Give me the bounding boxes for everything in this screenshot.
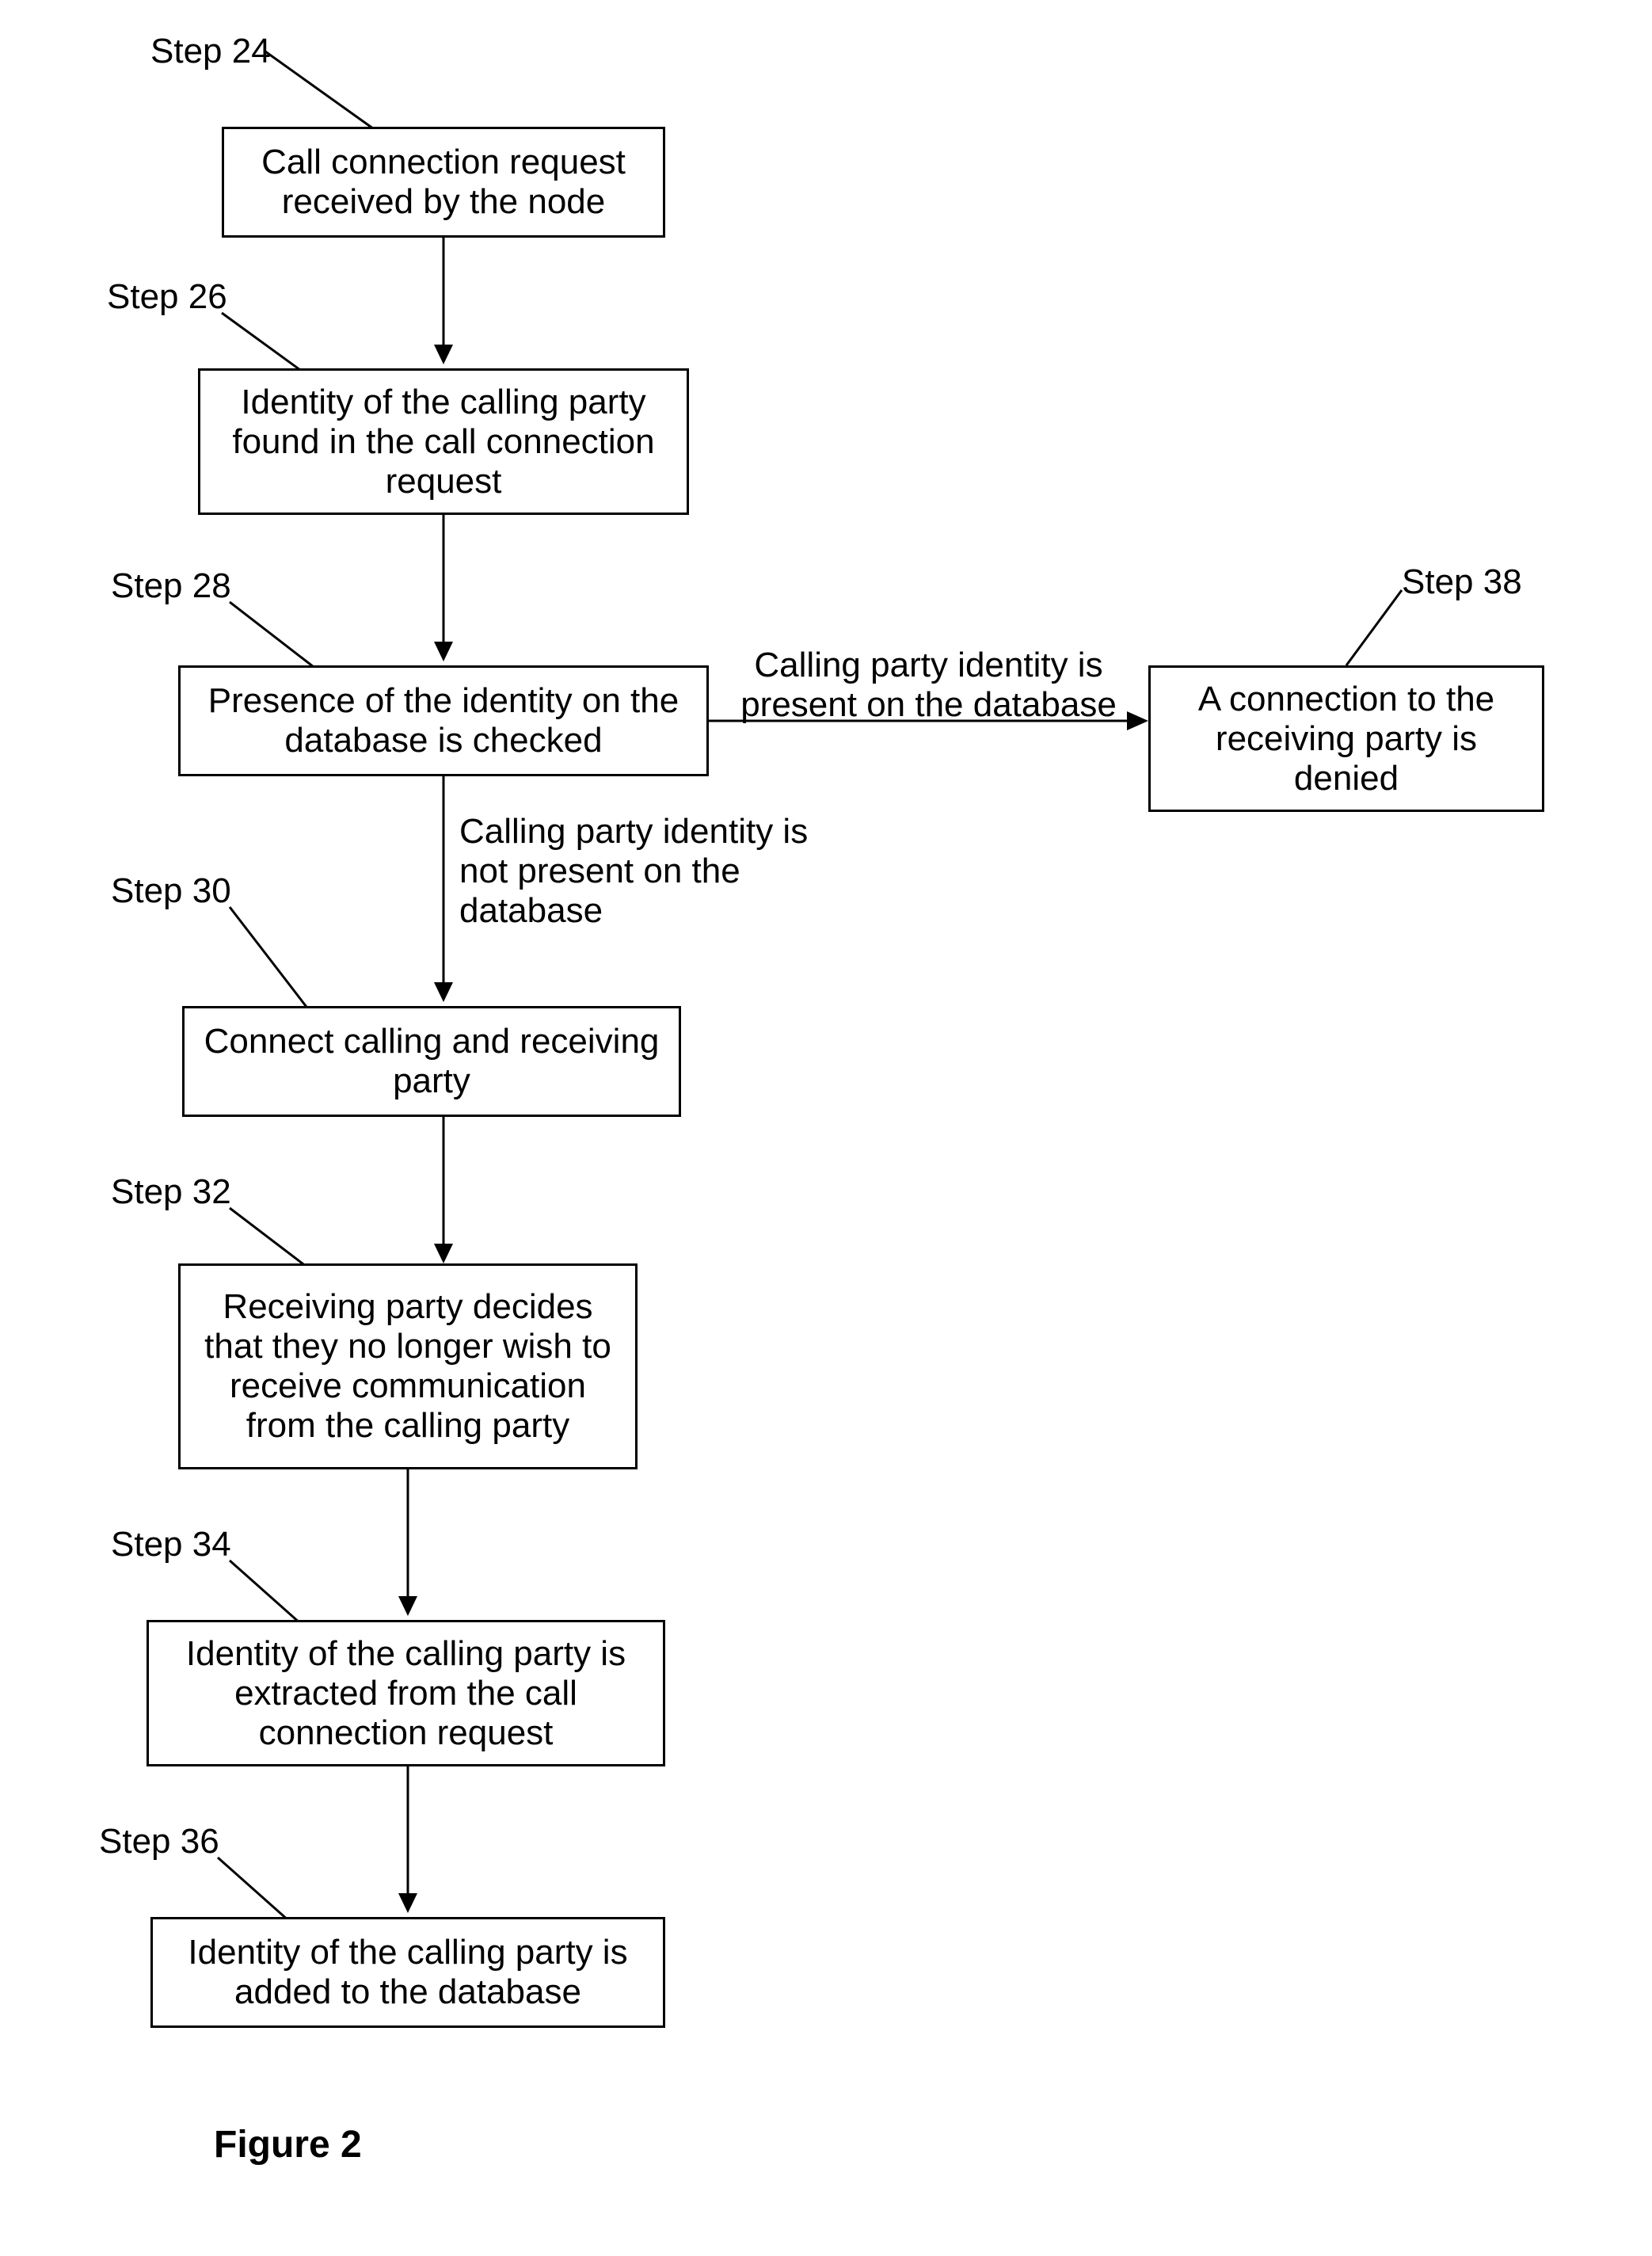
arrow-24-26 (428, 238, 459, 368)
box-text-32: Receiving party decides that they no lon… (196, 1287, 619, 1446)
figure-label: Figure 2 (214, 2123, 362, 2166)
box-text-26: Identity of the calling party found in t… (216, 383, 671, 501)
edge-label-28-30: Calling party identity is not present on… (459, 812, 836, 931)
arrow-30-32 (428, 1117, 459, 1267)
step-label-28: Step 28 (111, 566, 231, 606)
arrow-26-28 (428, 515, 459, 665)
box-step-38: A connection to the receiving party is d… (1148, 665, 1544, 812)
box-text-30: Connect calling and receiving party (200, 1022, 663, 1101)
box-step-34: Identity of the calling party is extract… (147, 1620, 665, 1766)
step-label-30: Step 30 (111, 871, 231, 911)
box-step-24: Call connection request received by the … (222, 127, 665, 238)
step-label-34: Step 34 (111, 1525, 231, 1564)
leader-line-30 (230, 891, 388, 1018)
arrow-28-30 (428, 776, 459, 1006)
box-step-30: Connect calling and receiving party (182, 1006, 681, 1117)
step-label-24: Step 24 (150, 32, 271, 71)
box-step-32: Receiving party decides that they no lon… (178, 1263, 638, 1469)
box-text-28: Presence of the identity on the database… (196, 681, 691, 760)
box-step-28: Presence of the identity on the database… (178, 665, 709, 776)
step-label-36: Step 36 (99, 1822, 219, 1862)
step-label-26: Step 26 (107, 277, 227, 317)
arrow-32-34 (392, 1469, 424, 1620)
box-text-38: A connection to the receiving party is d… (1167, 680, 1526, 798)
box-text-34: Identity of the calling party is extract… (165, 1634, 647, 1753)
step-label-32: Step 32 (111, 1172, 231, 1212)
edge-label-28-38: Calling party identity is present on the… (740, 646, 1117, 725)
arrow-34-36 (392, 1766, 424, 1917)
box-text-36: Identity of the calling party is added t… (169, 1933, 647, 2012)
box-step-26: Identity of the calling party found in t… (198, 368, 689, 515)
box-text-24: Call connection request received by the … (240, 143, 647, 222)
box-step-36: Identity of the calling party is added t… (150, 1917, 665, 2028)
